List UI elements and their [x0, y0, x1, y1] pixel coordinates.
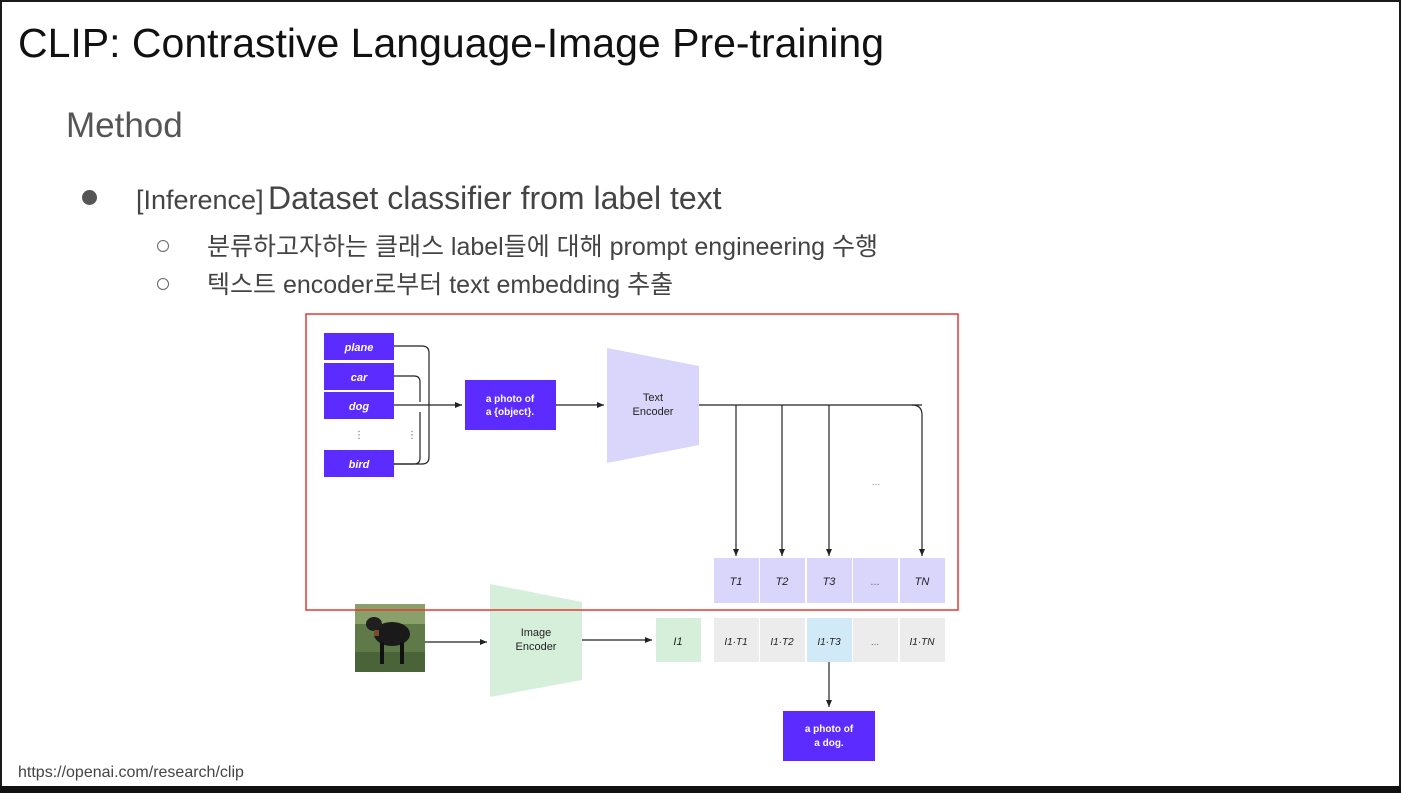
- image-encoder-line2: Encoder: [516, 641, 557, 653]
- label-box-plane: plane: [324, 333, 394, 360]
- label-box-car: car: [324, 363, 394, 390]
- image-embedding-cell: I1: [656, 618, 701, 662]
- image-encoder-line1: Image: [521, 627, 552, 639]
- label-bird: bird: [349, 459, 370, 471]
- similarity-i1-t1: I1·T1: [724, 637, 747, 648]
- text-embedding-ellipsis: ...: [870, 576, 879, 588]
- text-embedding-arrows: [699, 404, 925, 556]
- text-embedding-t1: T1: [730, 576, 743, 588]
- source-url: https://openai.com/research/clip: [18, 764, 244, 781]
- slide: CLIP: Contrastive Language-Image Pre-tra…: [2, 2, 1399, 786]
- text-encoder: Text Encoder: [607, 348, 699, 463]
- bottom-bar: [0, 786, 1401, 793]
- text-embedding-t3: T3: [823, 576, 837, 588]
- dog-photo-image: [355, 604, 425, 672]
- text-embedding-tn: TN: [915, 576, 930, 588]
- result-line1: a photo of: [805, 724, 854, 735]
- image-encoder: Image Encoder: [490, 584, 582, 697]
- text-encoder-line2: Encoder: [633, 406, 674, 418]
- clip-inference-diagram: plane car dog ⋮ ⋮ bird a photo of a {obj…: [305, 313, 959, 761]
- similarity-ellipsis: ...: [871, 637, 879, 648]
- similarity-i1-t3: I1·T3: [817, 637, 841, 648]
- result-line2: a dog.: [814, 738, 844, 749]
- fanout-dots: ...: [872, 477, 880, 488]
- similarity-i1-t2: I1·T2: [770, 637, 794, 648]
- text-encoder-line1: Text: [643, 392, 663, 404]
- label-box-bird: bird: [324, 450, 394, 477]
- text-embedding-row: T1 T2 T3 ... TN: [714, 558, 945, 603]
- label-box-dog: dog: [324, 392, 394, 419]
- text-embedding-t2: T2: [776, 576, 789, 588]
- label-dog: dog: [349, 401, 369, 413]
- prompt-line2: a {object}.: [486, 407, 535, 418]
- connector-ellipsis: ⋮: [407, 430, 417, 441]
- image-embedding-i1: I1: [673, 636, 682, 648]
- labels-ellipsis: ⋮: [354, 430, 364, 441]
- prompt-line1: a photo of: [486, 394, 535, 405]
- prediction-result-box: a photo of a dog.: [783, 711, 875, 761]
- label-car: car: [351, 372, 368, 384]
- similarity-i1-tn: I1·TN: [910, 637, 936, 648]
- label-plane: plane: [344, 342, 374, 354]
- similarity-row: I1·T1 I1·T2 I1·T3 ... I1·TN: [714, 618, 945, 662]
- prompt-template-box: a photo of a {object}.: [465, 380, 556, 430]
